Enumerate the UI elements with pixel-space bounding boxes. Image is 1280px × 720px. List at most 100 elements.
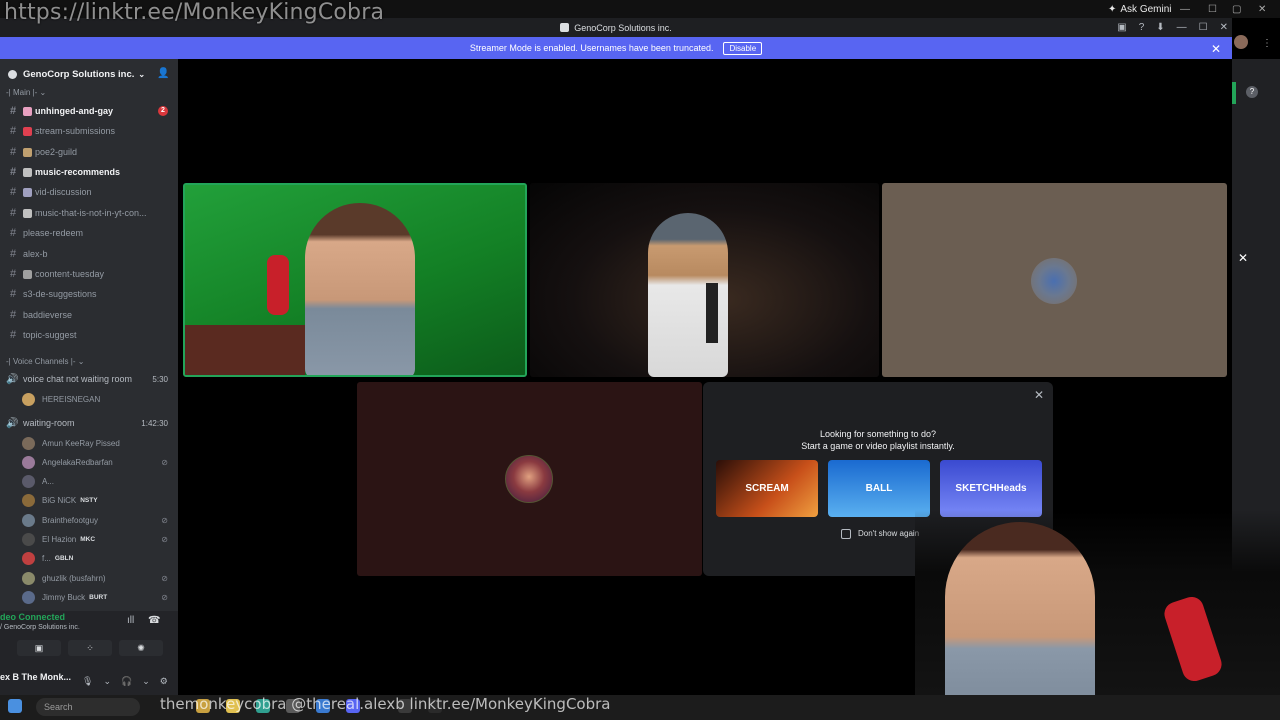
voice-user-name: Jimmy Buck [42,592,86,602]
stream-overlay-url: https://linktr.ee/MonkeyKingCobra [4,0,385,25]
channel-name: s3-de-suggestions [23,289,97,299]
activity-card-scream[interactable]: SCREAM [716,460,818,517]
channel-item[interactable]: # music-that-is-not-in-yt-con... [6,204,172,222]
screen-share-button[interactable]: ▣ [17,640,61,656]
channel-item[interactable]: # coontent-tuesday [6,265,172,283]
invite-people-icon[interactable]: 👤 [157,68,169,79]
muted-icon: ⊘ [161,573,168,583]
voice-user[interactable]: BiG NiCK NSTY [22,492,172,510]
video-tile-avatar[interactable] [882,183,1227,377]
channel-name: topic-suggest [23,330,77,340]
video-tile-avatar[interactable] [357,382,702,576]
start-icon[interactable] [8,699,22,713]
close-icon[interactable]: ✕ [1220,22,1228,33]
voice-channel[interactable]: 🔊 waiting-room 1:42:30 [6,414,172,432]
voice-location[interactable]: / GenoCorp Solutions inc. [0,624,80,631]
avatar [1031,258,1077,304]
disable-streamer-mode-button[interactable]: Disable [723,41,763,55]
voice-user[interactable]: Jimmy Buck BURT ⊘ [22,588,172,606]
taskbar-search[interactable]: Search [36,698,140,716]
signal-icon[interactable]: ıll [127,615,134,626]
channel-item[interactable]: # music-recommends [6,163,172,181]
dont-show-again-label: Don't show again [858,529,920,538]
voice-user[interactable]: El Hazion MKC ⊘ [22,531,172,549]
video-tile[interactable] [530,183,879,377]
download-icon[interactable]: ⬇ [1156,22,1164,33]
user-tag: MKC [80,536,96,543]
activity-prompt: Looking for something to do? Start a gam… [801,429,955,451]
activities-button[interactable]: ⁘ [68,640,112,656]
ask-gemini-button[interactable]: ✦ Ask Gemini [1108,4,1172,15]
channel-emoji-icon [23,167,32,177]
maximize-icon[interactable]: ☐ [1208,4,1217,15]
avatar [22,475,35,489]
current-user-name[interactable]: ex B The Monk... [0,672,71,682]
dont-show-again-checkbox[interactable] [841,529,851,539]
banner-close-icon[interactable]: ✕ [1211,42,1221,56]
channel-name: music-recommends [35,167,121,177]
minimize-icon[interactable]: — [1180,4,1190,15]
channel-item[interactable]: # please-redeem [6,224,172,242]
soundboard-button[interactable]: ✺ [119,640,163,656]
channel-item[interactable]: # alex-b [6,245,172,263]
channel-emoji-icon [23,106,32,116]
restore-icon[interactable]: ▢ [1232,4,1241,15]
window-title: GenoCorp Solutions inc. [574,22,672,33]
voice-user[interactable]: Brainthefootguy ⊘ [22,511,172,529]
voice-status[interactable]: deo Connected [0,612,65,622]
voice-user[interactable]: HEREISNEGAN [22,390,172,408]
activities-icon: ⁘ [86,643,94,653]
channel-name: stream-submissions [35,126,116,136]
muted-icon: ⊘ [161,457,168,467]
help-icon[interactable]: ? [1246,86,1258,98]
chevron-down-icon[interactable]: ⌄ [142,676,150,687]
mention-badge: 2 [158,106,168,116]
microphone-icon[interactable]: 🎙 [82,676,93,687]
user-tag: GBLN [54,555,74,563]
voice-channel[interactable]: 🔊 voice chat not waiting room 5:30 [6,370,172,388]
category-main[interactable]: -| Main |- ⌄ [6,88,46,97]
channel-item[interactable]: # stream-submissions [6,122,172,140]
voice-user[interactable]: ghuzlik (busfahrn) ⊘ [22,569,172,587]
channel-item[interactable]: # baddieverse [6,306,172,324]
server-header[interactable]: GenoCorp Solutions inc. ⌄ [0,59,178,89]
video-tile-speaking[interactable] [183,183,527,377]
channel-item[interactable]: # poe2-guild [6,143,172,161]
category-voice[interactable]: -| Voice Channels |- ⌄ [6,357,84,366]
channel-item[interactable]: # vid-discussion [6,183,172,201]
avatar [22,571,35,585]
channel-emoji-icon [23,147,32,157]
channel-name: coontent-tuesday [35,269,105,279]
activity-card-ball[interactable]: BALL [828,460,930,517]
voice-user-name: f... [42,554,51,564]
voice-user[interactable]: AngelakaRedbarfan ⊘ [22,453,172,471]
close-icon[interactable]: ✕ [1238,251,1248,265]
inbox-icon[interactable]: ▣ [1117,22,1126,33]
headphones-icon[interactable]: 🎧 [121,676,132,687]
maximize-icon[interactable]: ☐ [1199,22,1208,33]
streamer-figure [945,522,1095,720]
chevron-down-icon[interactable]: ⌄ [103,676,111,687]
channel-item[interactable]: # unhinged-and-gay 2 [6,102,172,120]
channel-name: baddieverse [23,310,73,320]
activity-card-sketchheads[interactable]: SKETCHHeads [940,460,1042,517]
hashtag-icon: # [9,125,17,137]
channel-emoji-icon [23,208,32,218]
voice-user[interactable]: A... [22,473,172,491]
browser-menu-icon[interactable]: ⋮ [1262,38,1272,49]
soundboard-icon: ✺ [137,643,145,653]
help-icon[interactable]: ? [1139,22,1145,33]
disconnect-icon[interactable]: ☎ [148,615,160,626]
browser-profile-avatar[interactable] [1234,35,1248,49]
channel-emoji-icon [23,126,32,136]
channel-item[interactable]: # s3-de-suggestions [6,285,172,303]
voice-user[interactable]: Amun KeeRay Pissed [22,434,172,452]
close-window-icon[interactable]: ✕ [1258,4,1266,15]
server-icon [8,69,17,79]
voice-user[interactable]: f... GBLN [22,550,172,568]
minimize-icon[interactable]: — [1177,22,1187,33]
voice-user-name: Brainthefootguy [42,515,99,525]
settings-icon[interactable]: ⚙ [160,676,168,687]
close-icon[interactable]: ✕ [1034,388,1044,402]
channel-item[interactable]: # topic-suggest [6,326,172,344]
